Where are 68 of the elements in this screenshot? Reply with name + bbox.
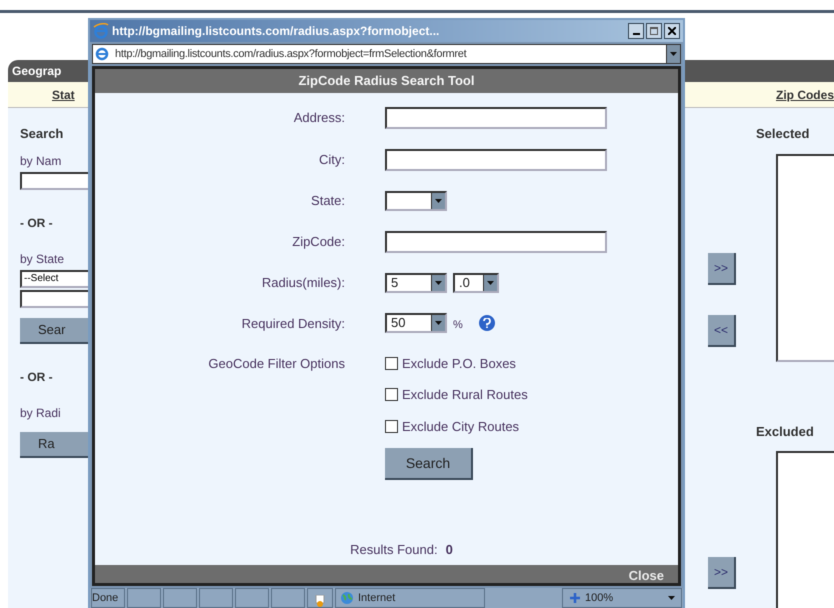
status-panel	[163, 588, 197, 608]
status-panel	[235, 588, 269, 608]
input-field[interactable]	[20, 172, 90, 190]
globe-icon	[340, 591, 354, 605]
link[interactable]: Stat	[52, 86, 75, 104]
dropdown[interactable]	[385, 191, 447, 211]
checkbox[interactable]	[385, 388, 398, 402]
status-text: Done	[91, 588, 125, 608]
list-box[interactable]	[776, 154, 834, 362]
results-label: Results Found:	[350, 541, 438, 559]
search-button[interactable]: Ra	[20, 432, 90, 458]
field-label: City:	[318, 151, 345, 170]
zoom-icon	[569, 592, 581, 604]
tab[interactable]: Geograp	[12, 62, 62, 80]
dropdown[interactable]: 50	[385, 313, 447, 334]
field-label: by Nam	[20, 152, 62, 170]
zoom-control[interactable]: 100%	[562, 588, 682, 608]
list-box[interactable]	[776, 451, 834, 608]
panel-header: ZipCode Radius Search Tool	[95, 69, 678, 93]
checkbox[interactable]	[385, 420, 398, 433]
status-panel	[127, 588, 161, 608]
checkbox[interactable]	[385, 356, 398, 370]
move-button[interactable]: <<	[708, 315, 736, 347]
caret-icon[interactable]	[668, 596, 675, 600]
move-button[interactable]: >>	[708, 253, 736, 285]
checkbox-option[interactable]: Exclude P.O. Boxes	[385, 354, 528, 373]
checkbox-option[interactable]: Exclude City Routes	[385, 416, 528, 436]
status-panel	[199, 588, 233, 608]
field-label: State:	[310, 192, 345, 210]
browser-icon	[93, 23, 109, 39]
field-label: Required Density:	[240, 314, 345, 333]
address-bar[interactable]: http://bgmailing.listcounts.com/radius.aspx?formobject=frmSelection&formret	[92, 44, 681, 64]
results-count: 0	[446, 541, 453, 559]
input-field[interactable]	[20, 290, 90, 308]
dropdown[interactable]: .0	[453, 273, 499, 293]
field-label: Address:	[292, 109, 345, 128]
input-field[interactable]	[385, 107, 607, 129]
field-label: by State	[20, 250, 66, 268]
search-button[interactable]: Search	[385, 448, 473, 480]
search-button[interactable]: Sear	[20, 318, 90, 344]
unit-label: %	[453, 318, 463, 333]
minimize-icon[interactable]	[628, 23, 644, 39]
or-separator: - OR -	[20, 214, 54, 232]
field-label: GeoCode Filter Options	[207, 354, 345, 373]
dropdown[interactable]: --Select	[20, 270, 90, 288]
status-panel	[271, 588, 305, 608]
address-text: http://bgmailing.listcounts.com/radius.aspx?formobject=frmSelection&formret	[115, 46, 468, 62]
or-separator: - OR -	[20, 368, 54, 386]
field-label: by Radi	[20, 404, 62, 422]
maximize-icon[interactable]	[646, 23, 662, 39]
zone-text: Internet	[358, 590, 396, 606]
dropdown[interactable]: 5	[385, 273, 447, 293]
close-link[interactable]: Close	[628, 569, 664, 583]
list-heading: Excluded	[756, 422, 815, 441]
checkbox-option[interactable]: Exclude Rural Routes	[385, 385, 528, 404]
input-field[interactable]	[385, 231, 607, 253]
list-heading: Selected	[756, 125, 810, 143]
section-heading: Search	[20, 125, 64, 143]
field-label: ZipCode:	[291, 233, 345, 252]
window-title: http://bgmailing.listcounts.com/radius.aspx?formobject...	[112, 23, 440, 40]
page-icon	[95, 47, 109, 61]
help-icon[interactable]	[478, 315, 495, 332]
move-button[interactable]: >>	[708, 557, 736, 589]
zoom-level: 100%	[585, 590, 614, 606]
link[interactable]: Zip Codes	[776, 86, 834, 104]
close-icon[interactable]	[664, 23, 680, 39]
input-field[interactable]	[385, 149, 607, 171]
field-label: Radius(miles):	[260, 274, 345, 292]
